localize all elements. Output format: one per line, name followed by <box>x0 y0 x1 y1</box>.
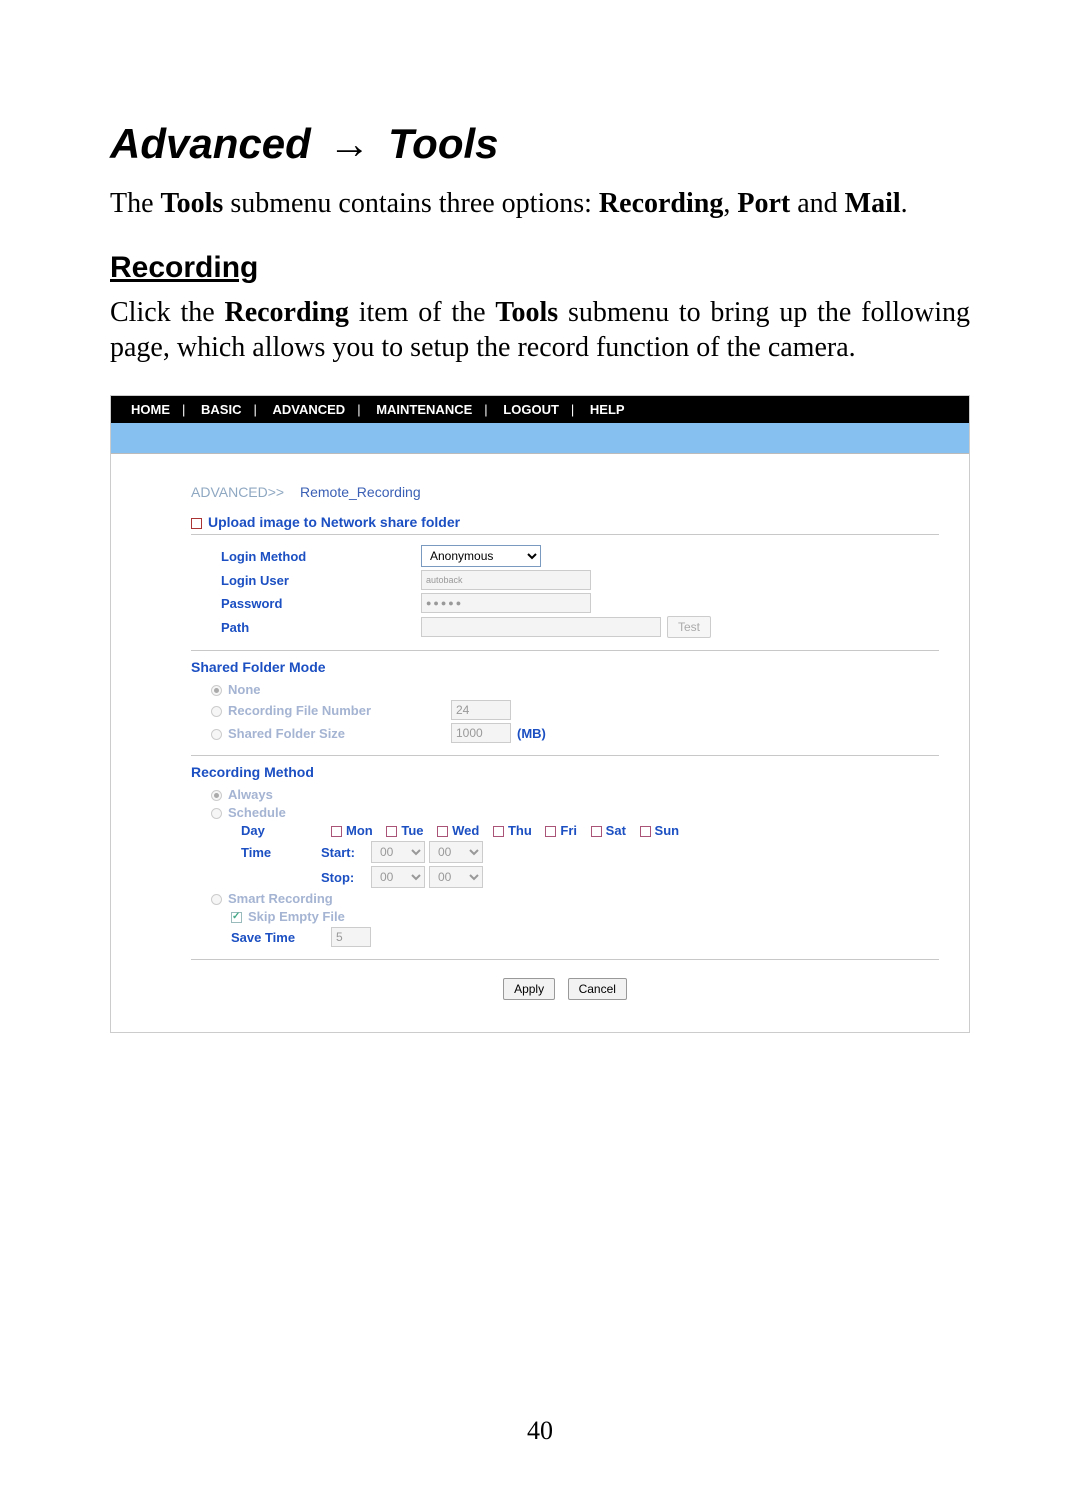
password-label: Password <box>191 596 421 611</box>
save-time-input[interactable] <box>331 927 371 947</box>
login-method-label: Login Method <box>191 549 421 564</box>
title-part2: Tools <box>388 120 498 167</box>
stop-hour-select[interactable]: 00 <box>371 866 425 888</box>
start-label: Start: <box>321 845 371 860</box>
day-thu-checkbox[interactable] <box>493 826 504 837</box>
day-tue-label: Tue <box>401 823 423 838</box>
intro-text: The <box>110 188 161 219</box>
skip-empty-label: Skip Empty File <box>248 909 345 924</box>
rm-always-label: Always <box>228 787 273 802</box>
upload-title-text: Upload image to Network share folder <box>208 514 460 530</box>
day-sat-label: Sat <box>606 823 626 838</box>
sub-intro-paragraph: Click the Recording item of the Tools su… <box>110 295 970 365</box>
breadcrumb-page: Remote_Recording <box>300 484 421 500</box>
nav-advanced[interactable]: ADVANCED <box>272 402 345 417</box>
apply-button[interactable]: Apply <box>503 978 555 1000</box>
breadcrumb: ADVANCED>> Remote_Recording <box>191 484 939 500</box>
upload-section-title: Upload image to Network share folder <box>191 506 939 535</box>
sub-intro-bold-recording: Recording <box>224 297 348 328</box>
rm-smart-radio[interactable] <box>211 894 222 905</box>
sub-intro-bold-tools: Tools <box>495 297 558 328</box>
page-title: Advanced → Tools <box>110 120 970 168</box>
login-user-input[interactable] <box>421 570 591 590</box>
sf-recnum-row: Recording File Number <box>191 703 451 718</box>
sub-heading: Recording <box>110 251 970 285</box>
skip-empty-row: Skip Empty File <box>191 909 421 924</box>
rm-always-row: Always <box>191 787 421 802</box>
sf-size-label: Shared Folder Size <box>228 726 345 741</box>
stop-label: Stop: <box>321 870 371 885</box>
rm-schedule-label: Schedule <box>228 805 286 820</box>
start-min-select[interactable]: 00 <box>429 841 483 863</box>
blue-bar <box>111 423 969 454</box>
recording-method-title: Recording Method <box>191 756 939 784</box>
button-row: Apply Cancel <box>191 960 939 1012</box>
day-mon-label: Mon <box>346 823 373 838</box>
intro-text: and <box>790 188 844 219</box>
rec-file-number-input[interactable] <box>451 700 511 720</box>
nav-home[interactable]: HOME <box>131 402 170 417</box>
rm-schedule-radio[interactable] <box>211 808 222 819</box>
rm-schedule-row: Schedule <box>191 805 421 820</box>
breadcrumb-root: ADVANCED>> <box>191 484 284 500</box>
nav-help[interactable]: HELP <box>590 402 625 417</box>
intro-text: . <box>901 188 908 219</box>
sub-intro-text: item of the <box>349 297 495 328</box>
sf-none-radio[interactable] <box>211 685 222 696</box>
nav-maintenance[interactable]: MAINTENANCE <box>376 402 472 417</box>
rm-always-radio[interactable] <box>211 790 222 801</box>
day-tue-checkbox[interactable] <box>386 826 397 837</box>
intro-bold-port: Port <box>737 188 790 219</box>
save-time-label: Save Time <box>191 930 331 945</box>
sf-recnum-label: Recording File Number <box>228 703 371 718</box>
intro-text: , <box>723 188 737 219</box>
day-wed-label: Wed <box>452 823 479 838</box>
day-checkboxes: Mon Tue Wed Thu Fri Sat Sun <box>321 823 679 838</box>
time-label: Time <box>191 845 321 860</box>
page-number: 40 <box>0 1416 1080 1446</box>
intro-text: submenu contains three options: <box>223 188 599 219</box>
upload-enable-checkbox[interactable] <box>191 518 202 529</box>
start-hour-select[interactable]: 00 <box>371 841 425 863</box>
login-user-label: Login User <box>191 573 421 588</box>
day-thu-label: Thu <box>508 823 532 838</box>
shared-folder-size-input[interactable] <box>451 723 511 743</box>
shared-folder-title: Shared Folder Mode <box>191 651 939 679</box>
title-part1: Advanced <box>110 120 311 167</box>
day-mon-checkbox[interactable] <box>331 826 342 837</box>
intro-bold-recording: Recording <box>599 188 723 219</box>
intro-bold-mail: Mail <box>845 188 901 219</box>
sf-size-row: Shared Folder Size <box>191 726 451 741</box>
login-method-select[interactable]: Anonymous <box>421 545 541 567</box>
top-nav: HOME| BASIC| ADVANCED| MAINTENANCE| LOGO… <box>111 396 969 423</box>
skip-empty-checkbox[interactable] <box>231 912 242 923</box>
nav-logout[interactable]: LOGOUT <box>503 402 559 417</box>
cancel-button[interactable]: Cancel <box>568 978 627 1000</box>
test-button[interactable]: Test <box>667 616 711 638</box>
intro-paragraph: The Tools submenu contains three options… <box>110 186 970 221</box>
day-sun-checkbox[interactable] <box>640 826 651 837</box>
path-label: Path <box>191 620 421 635</box>
rm-smart-label: Smart Recording <box>228 891 333 906</box>
settings-screenshot: HOME| BASIC| ADVANCED| MAINTENANCE| LOGO… <box>110 395 970 1033</box>
day-fri-checkbox[interactable] <box>545 826 556 837</box>
password-input[interactable] <box>421 593 591 613</box>
sf-none-label: None <box>228 682 261 697</box>
sf-size-radio[interactable] <box>211 729 222 740</box>
nav-basic[interactable]: BASIC <box>201 402 241 417</box>
day-wed-checkbox[interactable] <box>437 826 448 837</box>
day-sat-checkbox[interactable] <box>591 826 602 837</box>
day-sun-label: Sun <box>655 823 680 838</box>
sf-none-row: None <box>191 682 421 697</box>
sf-recnum-radio[interactable] <box>211 706 222 717</box>
sub-intro-text: Click the <box>110 297 224 328</box>
rm-smart-row: Smart Recording <box>191 891 421 906</box>
stop-min-select[interactable]: 00 <box>429 866 483 888</box>
day-fri-label: Fri <box>560 823 577 838</box>
intro-bold-tools: Tools <box>161 188 224 219</box>
day-label: Day <box>191 823 321 838</box>
mb-unit: (MB) <box>517 726 546 741</box>
arrow-icon: → <box>328 120 370 168</box>
path-input[interactable] <box>421 617 661 637</box>
